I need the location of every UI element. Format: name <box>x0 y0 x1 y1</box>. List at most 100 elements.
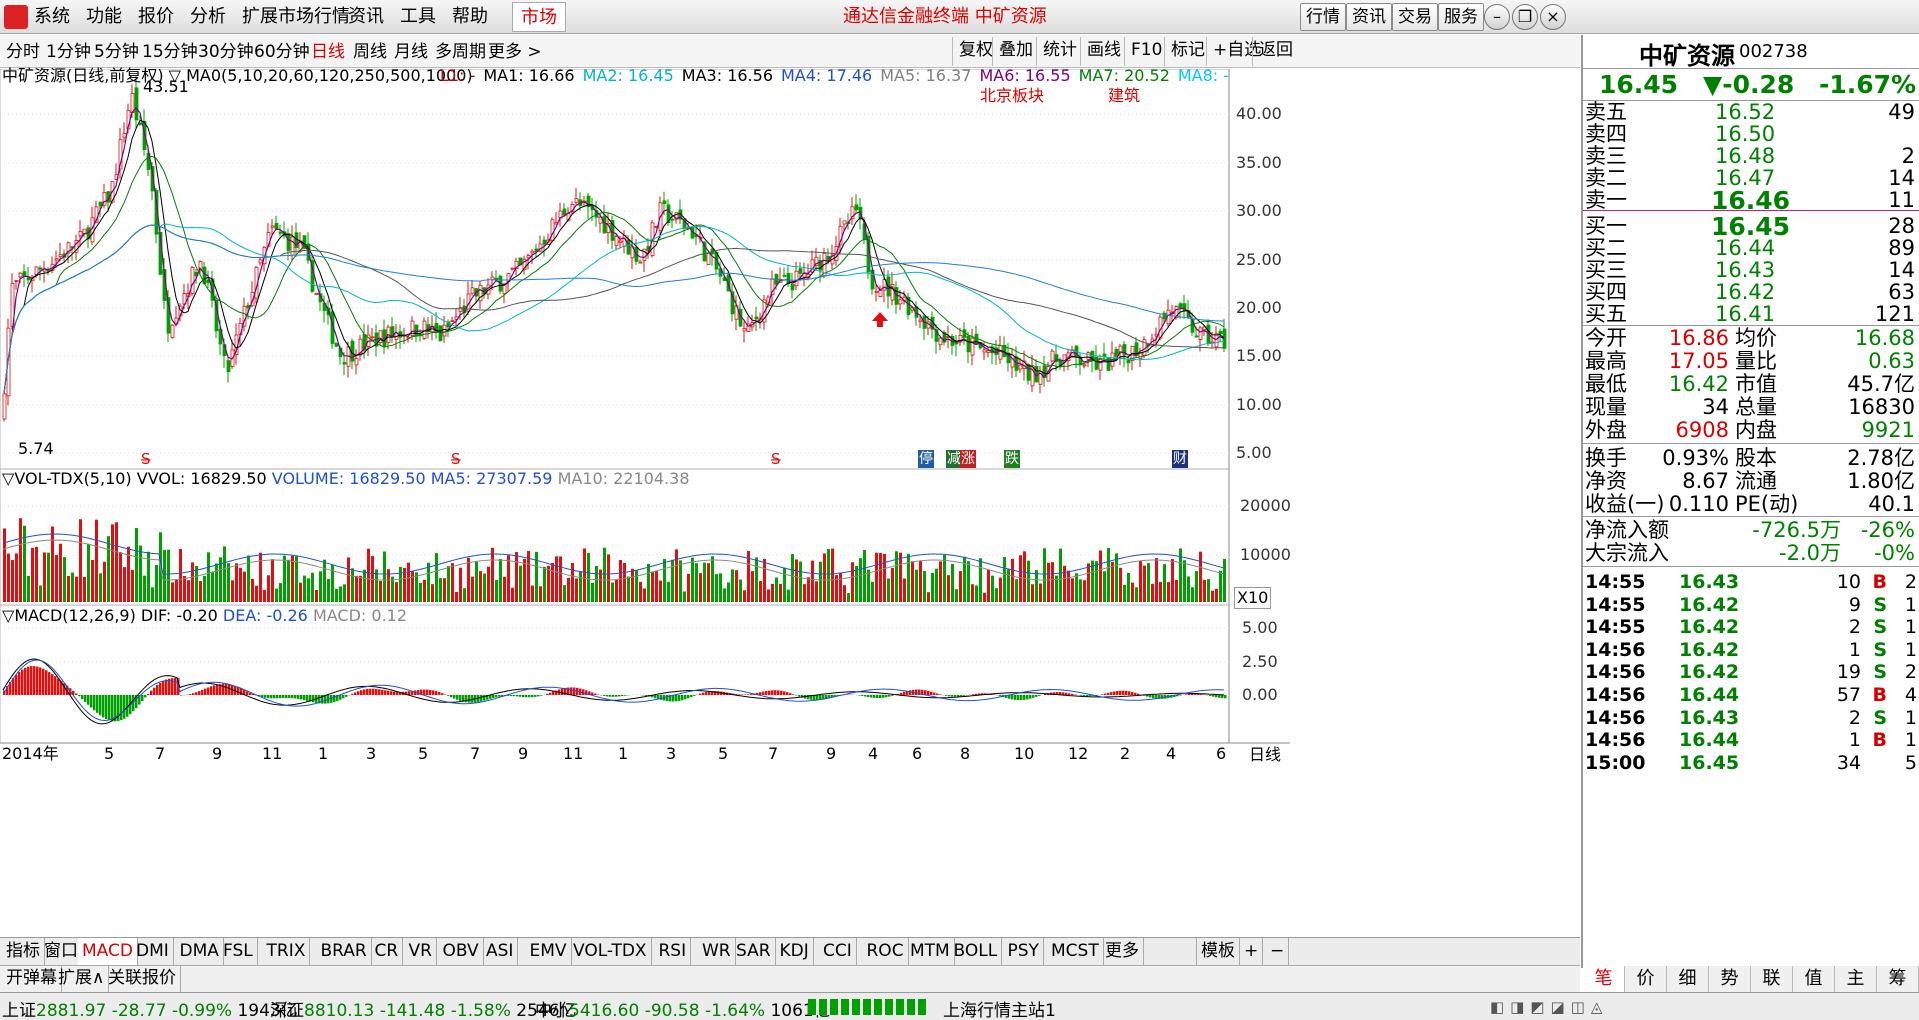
menu-quote[interactable]: 报价 <box>138 5 174 29</box>
period-15min[interactable]: 15分钟 <box>142 40 198 64</box>
menu-analysis[interactable]: 分析 <box>190 5 226 29</box>
menu-system[interactable]: 系统 <box>34 5 70 29</box>
macd-indicator-label[interactable]: ▽MACD(12,26,9) <box>2 606 136 625</box>
menu-info[interactable]: 资讯 <box>348 5 384 29</box>
remove-indicator-button[interactable]: − <box>1266 938 1290 966</box>
tag-beijing[interactable]: 北京板块 <box>980 86 1044 106</box>
stats-button[interactable]: 统计 <box>1036 37 1083 66</box>
server-name[interactable]: 上海行情主站1 <box>943 996 1056 1020</box>
danmaku-button[interactable]: 开弹幕 <box>2 966 62 992</box>
quote-tab[interactable]: 势 <box>1709 966 1751 992</box>
status-icons[interactable]: ◧◨◩◪◫◬ <box>1490 998 1670 1016</box>
candle-body <box>938 337 943 346</box>
indicator-tab[interactable]: DMI <box>132 938 174 966</box>
tick-row[interactable]: 15:00 16.45 34 5 <box>1583 750 1919 777</box>
candle-body <box>794 270 799 287</box>
indicator-tab[interactable]: TRIX <box>263 938 311 966</box>
volume-indicator-label[interactable]: ▽VOL-TDX(5,10) <box>2 469 132 488</box>
quote-tab[interactable]: 笔 <box>1583 966 1625 992</box>
menu-function[interactable]: 功能 <box>86 5 122 29</box>
indicator-tab[interactable]: 指标 <box>2 938 45 966</box>
quote-button[interactable]: 行情 <box>1300 3 1346 31</box>
candle-body <box>786 272 791 285</box>
f10-button[interactable]: F10 <box>1124 37 1168 66</box>
indicator-tab[interactable]: DMA <box>176 938 224 966</box>
indicator-tab[interactable]: VOL-TDX <box>569 938 652 966</box>
event-marker[interactable]: 停 <box>918 450 934 468</box>
service-button[interactable]: 服务 <box>1438 3 1484 31</box>
indicator-tab[interactable]: 更多 <box>1101 938 1144 966</box>
back-button[interactable]: 返回 <box>1252 37 1299 66</box>
close-icon[interactable]: × <box>1540 4 1566 30</box>
indicator-tab[interactable]: WR <box>698 938 736 966</box>
mark-button[interactable]: 标记 <box>1164 37 1211 66</box>
indicator-tab[interactable]: RSI <box>655 938 692 966</box>
event-marker[interactable]: 涨 <box>960 450 976 468</box>
period-daily[interactable]: 日线 <box>311 40 345 64</box>
quote-tab[interactable]: 细 <box>1667 966 1709 992</box>
menu-tools[interactable]: 工具 <box>400 5 436 29</box>
add-indicator-button[interactable]: + <box>1240 938 1264 966</box>
overlay-button[interactable]: 叠加 <box>992 37 1039 66</box>
tag-construction[interactable]: 建筑 <box>1108 86 1140 106</box>
restore-icon[interactable]: ❐ <box>1512 4 1538 30</box>
sh-index[interactable]: 上证2881.97 -28.77 -0.99% 1943亿 <box>2 996 298 1020</box>
period-intraday[interactable]: 分时 <box>6 40 40 64</box>
period-30min[interactable]: 30分钟 <box>198 40 254 64</box>
signal-s-icon[interactable]: S̶ <box>771 450 781 468</box>
template-button[interactable]: 模板 <box>1196 938 1240 966</box>
candle-body <box>414 324 419 337</box>
quote-tab[interactable]: 筹 <box>1877 966 1919 992</box>
expand-button[interactable]: 扩展∧ <box>54 966 110 992</box>
price-panel[interactable] <box>0 69 1230 470</box>
indicator-tab[interactable]: EMV <box>526 938 572 966</box>
indicator-tab[interactable]: CCI <box>819 938 857 966</box>
market-button[interactable]: 市场 <box>512 2 566 32</box>
period-60min[interactable]: 60分钟 <box>254 40 310 64</box>
event-marker[interactable]: 跌 <box>1004 450 1020 468</box>
signal-s-icon[interactable]: S̶ <box>451 450 461 468</box>
bid-row[interactable]: 买五 16.41 121 <box>1583 301 1919 328</box>
quote-tab[interactable]: 主 <box>1835 966 1877 992</box>
indicator-tab[interactable]: CR <box>371 938 404 966</box>
period-multi[interactable]: 多周期 <box>435 40 486 64</box>
period-1min[interactable]: 1分钟 <box>46 40 91 64</box>
chart-area[interactable]: S̶ S̶ S̶ 中矿资源(日线,前复权) ▽ MA0(5,10,20,60,120… <box>0 66 1580 915</box>
indicator-tab[interactable]: MACD <box>78 938 138 966</box>
indicator-tab[interactable]: BOLL <box>950 938 1003 966</box>
indicator-tab[interactable]: MCST <box>1047 938 1104 966</box>
menu-ext-market[interactable]: 扩展市场行情 <box>242 5 350 29</box>
ma-indicator-label[interactable]: ▽ MA0(5,10,20,60,120,250,500,1000) <box>169 66 473 85</box>
period-monthly[interactable]: 月线 <box>394 40 428 64</box>
indicator-tab[interactable]: SAR <box>732 938 776 966</box>
sz-index[interactable]: 深证8810.13 -141.48 -1.58% 2546亿 <box>270 996 577 1020</box>
quote-tab[interactable]: 值 <box>1793 966 1835 992</box>
indicator-tab[interactable]: FSL <box>219 938 258 966</box>
menu-help[interactable]: 帮助 <box>452 5 488 29</box>
period-weekly[interactable]: 周线 <box>353 40 387 64</box>
news-button[interactable]: 资讯 <box>1346 3 1392 31</box>
period-5min[interactable]: 5分钟 <box>94 40 139 64</box>
signal-s-icon[interactable]: S̶ <box>141 450 151 468</box>
zx-index[interactable]: 中小5416.60 -90.58 -1.64% 1061亿 <box>535 996 831 1020</box>
indicator-tab[interactable]: VR <box>405 938 437 966</box>
indicator-tab[interactable]: 窗口 <box>40 938 83 966</box>
event-marker[interactable]: 财 <box>1172 450 1188 468</box>
indicator-tab[interactable]: ROC <box>863 938 909 966</box>
draw-button[interactable]: 画线 <box>1080 37 1127 66</box>
trade-button[interactable]: 交易 <box>1392 3 1438 31</box>
indicator-tab[interactable]: KDJ <box>776 938 814 966</box>
indicator-tab[interactable]: BRAR <box>317 938 372 966</box>
indicator-tab[interactable]: PSY <box>1004 938 1044 966</box>
indicator-tab[interactable]: MTM <box>906 938 955 966</box>
minimize-icon[interactable]: – <box>1484 4 1510 30</box>
indicator-tab[interactable]: OBV <box>439 938 484 966</box>
macd-bar <box>426 689 429 695</box>
chart-canvas[interactable]: S̶ S̶ S̶ <box>0 69 1580 915</box>
quote-tab[interactable]: 价 <box>1625 966 1667 992</box>
related-quote-button[interactable]: 关联报价 <box>104 966 181 992</box>
quote-tab[interactable]: 联 <box>1751 966 1793 992</box>
period-more[interactable]: 更多 > <box>488 40 542 64</box>
tick-list[interactable]: 14:55 16.43 10 B 2 14:55 16.42 9 S 1 14:55 16.42 2 S 1… <box>1583 569 1919 809</box>
indicator-tab[interactable]: ASI <box>482 938 519 966</box>
